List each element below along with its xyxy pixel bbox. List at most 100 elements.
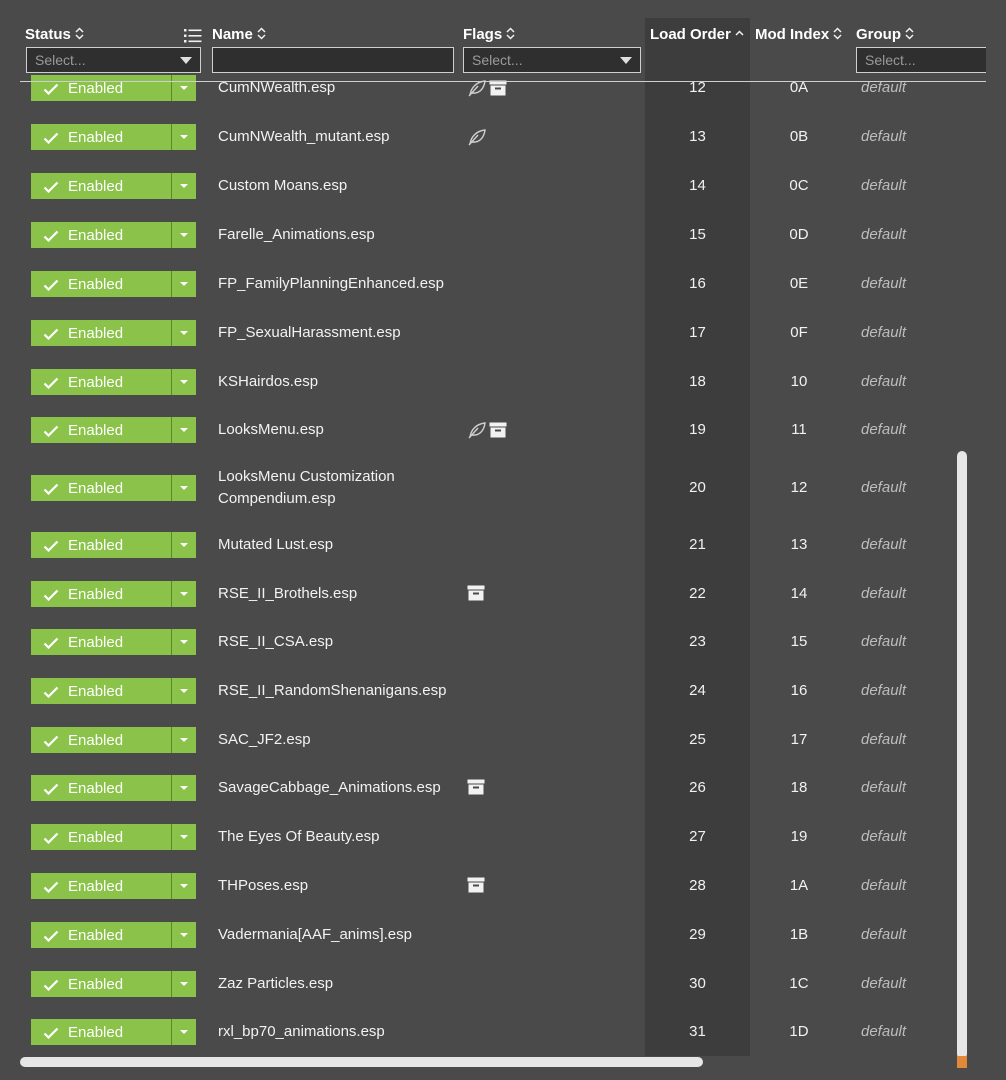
table-row[interactable]: Enabled SavageCabbage_Animations.esp 26 18 d… <box>0 764 960 812</box>
column-header-load-order[interactable]: Load Order <box>650 26 744 43</box>
status-button[interactable]: Enabled <box>31 775 196 801</box>
table-row[interactable]: Enabled LooksMenu.esp 19 11 default <box>0 406 960 454</box>
table-row[interactable]: Enabled RSE_II_RandomShenanigans.esp 24 16 d… <box>0 667 960 715</box>
check-icon <box>43 880 59 894</box>
status-dropdown-button[interactable] <box>171 775 196 801</box>
enabled-toggle[interactable]: Enabled <box>31 475 171 501</box>
table-row[interactable]: Enabled FP_FamilyPlanningEnhanced.esp 16 0E… <box>0 260 960 308</box>
column-header-group[interactable]: Group <box>856 26 914 43</box>
status-button[interactable]: Enabled <box>31 581 196 607</box>
status-dropdown-button[interactable] <box>171 629 196 655</box>
table-row[interactable]: Enabled rxl_bp70_animations.esp 31 1D defaul… <box>0 1008 960 1056</box>
status-button[interactable]: Enabled <box>31 124 196 150</box>
table-row[interactable]: Enabled FP_SexualHarassment.esp 17 0F defaul… <box>0 309 960 357</box>
mod-index-value: 11 <box>791 421 807 438</box>
status-button[interactable]: Enabled <box>31 727 196 753</box>
table-row[interactable]: Enabled Zaz Particles.esp 30 1C default <box>0 960 960 1008</box>
status-dropdown-button[interactable] <box>171 1019 196 1045</box>
group-value: default <box>861 479 907 496</box>
table-row[interactable]: Enabled RSE_II_Brothels.esp 22 14 default <box>0 570 960 618</box>
mod-index-value: 1B <box>789 926 809 943</box>
enabled-toggle[interactable]: Enabled <box>31 1019 171 1045</box>
column-header-flags[interactable]: Flags <box>463 26 515 43</box>
table-row[interactable]: Enabled CumNWealth_mutant.esp 13 0B default <box>0 113 960 161</box>
sort-ascending-icon <box>735 29 744 40</box>
table-row[interactable]: Enabled Farelle_Animations.esp 15 0D default <box>0 211 960 259</box>
status-button[interactable]: Enabled <box>31 824 196 850</box>
enabled-toggle[interactable]: Enabled <box>31 629 171 655</box>
horizontal-scrollbar-thumb[interactable] <box>20 1057 703 1067</box>
table-row[interactable]: Enabled THPoses.esp 28 1A default <box>0 862 960 910</box>
enabled-toggle[interactable]: Enabled <box>31 824 171 850</box>
status-dropdown-button[interactable] <box>171 124 196 150</box>
status-dropdown-button[interactable] <box>171 369 196 395</box>
table-row[interactable]: Enabled RSE_II_CSA.esp 23 15 default <box>0 618 960 666</box>
status-dropdown-button[interactable] <box>171 532 196 558</box>
status-button[interactable]: Enabled <box>31 417 196 443</box>
archive-icon <box>467 585 485 601</box>
enabled-toggle[interactable]: Enabled <box>31 678 171 704</box>
status-button[interactable]: Enabled <box>31 271 196 297</box>
status-dropdown-button[interactable] <box>171 971 196 997</box>
enabled-toggle[interactable]: Enabled <box>31 971 171 997</box>
status-dropdown-button[interactable] <box>171 922 196 948</box>
column-header-name[interactable]: Name <box>212 26 266 43</box>
table-row[interactable]: Enabled KSHairdos.esp 18 10 default <box>0 358 960 406</box>
plugin-table: Enabled CumNWealth.esp 12 0A default Enabled C… <box>0 0 1006 1080</box>
status-dropdown-button[interactable] <box>171 173 196 199</box>
status-dropdown-button[interactable] <box>171 824 196 850</box>
status-dropdown-button[interactable] <box>171 727 196 753</box>
enabled-toggle[interactable]: Enabled <box>31 775 171 801</box>
enabled-toggle[interactable]: Enabled <box>31 873 171 899</box>
status-button[interactable]: Enabled <box>31 320 196 346</box>
status-dropdown-button[interactable] <box>171 222 196 248</box>
enabled-toggle[interactable]: Enabled <box>31 532 171 558</box>
status-button[interactable]: Enabled <box>31 629 196 655</box>
enabled-toggle[interactable]: Enabled <box>31 124 171 150</box>
table-row[interactable]: Enabled Custom Moans.esp 14 0C default <box>0 162 960 210</box>
enabled-toggle[interactable]: Enabled <box>31 727 171 753</box>
status-button[interactable]: Enabled <box>31 873 196 899</box>
column-header-status[interactable]: Status <box>25 26 84 43</box>
column-header-mod-index[interactable]: Mod Index <box>755 26 842 43</box>
status-dropdown-button[interactable] <box>171 678 196 704</box>
flags-filter-select[interactable]: Select... <box>463 47 641 73</box>
enabled-toggle[interactable]: Enabled <box>31 320 171 346</box>
table-row[interactable]: Enabled Vadermania[AAF_anims].esp 29 1B defa… <box>0 911 960 959</box>
status-dropdown-button[interactable] <box>171 475 196 501</box>
status-button[interactable]: Enabled <box>31 475 196 501</box>
table-row[interactable]: Enabled LooksMenu Customization Compendiu… <box>0 464 960 512</box>
status-button[interactable]: Enabled <box>31 532 196 558</box>
name-filter-input[interactable] <box>212 47 454 73</box>
table-row[interactable]: Enabled SAC_JF2.esp 25 17 default <box>0 716 960 764</box>
status-button[interactable]: Enabled <box>31 1019 196 1045</box>
status-dropdown-button[interactable] <box>171 320 196 346</box>
status-button[interactable]: Enabled <box>31 922 196 948</box>
enabled-toggle[interactable]: Enabled <box>31 173 171 199</box>
status-dropdown-button[interactable] <box>171 873 196 899</box>
vertical-scrollbar-thumb[interactable] <box>957 451 967 1059</box>
enabled-toggle[interactable]: Enabled <box>31 271 171 297</box>
status-dropdown-button[interactable] <box>171 271 196 297</box>
enabled-toggle[interactable]: Enabled <box>31 222 171 248</box>
enabled-toggle[interactable]: Enabled <box>31 417 171 443</box>
status-label: Enabled <box>68 1023 124 1041</box>
status-dropdown-button[interactable] <box>171 417 196 443</box>
status-button[interactable]: Enabled <box>31 971 196 997</box>
status-button[interactable]: Enabled <box>31 222 196 248</box>
enabled-toggle[interactable]: Enabled <box>31 922 171 948</box>
load-order-value: 29 <box>689 926 706 943</box>
enabled-toggle[interactable]: Enabled <box>31 581 171 607</box>
check-icon <box>43 131 59 145</box>
status-filter-select[interactable]: Select... <box>26 47 201 73</box>
status-dropdown-button[interactable] <box>171 581 196 607</box>
enabled-toggle[interactable]: Enabled <box>31 369 171 395</box>
status-button[interactable]: Enabled <box>31 678 196 704</box>
table-row[interactable]: Enabled The Eyes Of Beauty.esp 27 19 default <box>0 813 960 861</box>
table-row[interactable]: Enabled Mutated Lust.esp 21 13 default <box>0 521 960 569</box>
status-button[interactable]: Enabled <box>31 369 196 395</box>
chevron-down-icon <box>180 135 189 139</box>
group-filter-select[interactable]: Select... <box>856 47 986 73</box>
column-options-list-icon[interactable] <box>184 28 202 44</box>
status-button[interactable]: Enabled <box>31 173 196 199</box>
